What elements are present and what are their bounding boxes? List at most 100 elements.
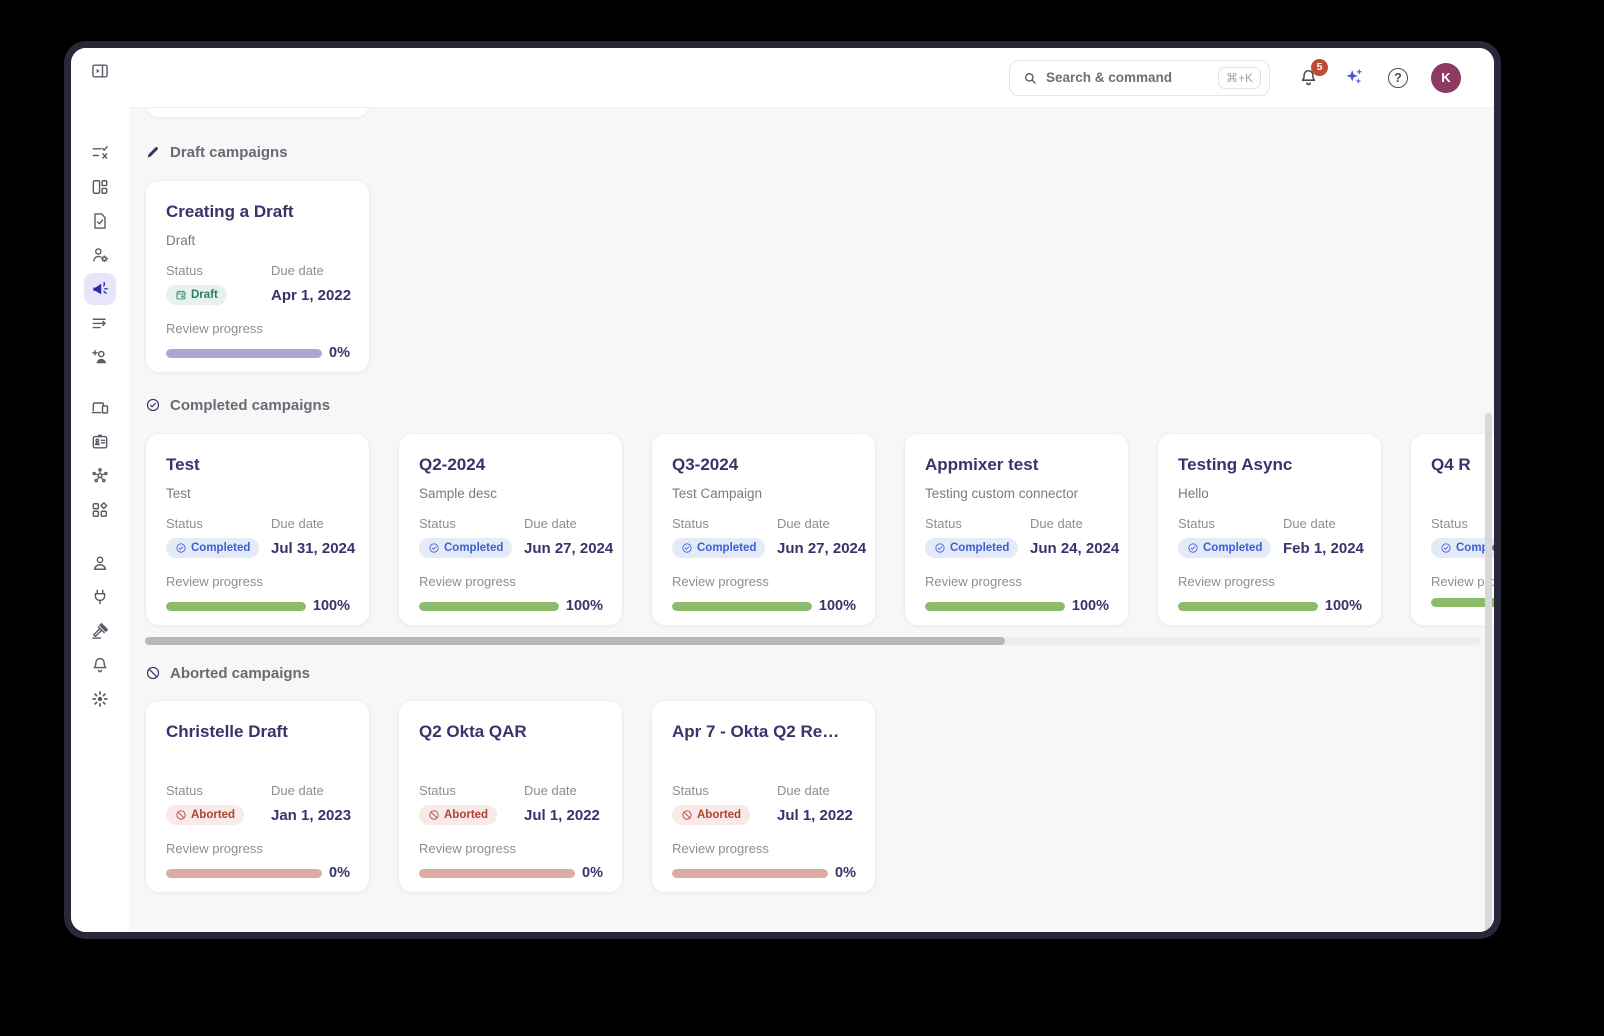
check-circle-icon	[1440, 542, 1452, 554]
check-circle-icon	[934, 542, 946, 554]
status-badge-text: Draft	[191, 289, 218, 301]
gear-icon[interactable]	[84, 683, 116, 715]
status-label: Status	[925, 516, 1030, 531]
bell-icon[interactable]	[84, 649, 116, 681]
progress-bar	[672, 869, 828, 878]
status-badge-text: Completed	[950, 542, 1009, 554]
section-heading-draft: Draft campaigns	[145, 143, 1494, 161]
due-date-value: Feb 1, 2024	[1283, 540, 1364, 557]
user-avatar[interactable]: K	[1431, 63, 1461, 93]
notifications-bell-icon[interactable]: 5	[1296, 66, 1320, 90]
review-progress-label: Review progress	[672, 574, 856, 589]
progress-percent: 0%	[329, 865, 350, 881]
search-icon	[1022, 70, 1038, 86]
card-row-draft: Creating a Draft Draft Status Draft Due …	[129, 180, 1494, 373]
app-window: ⌘+K 5 ? K Dr	[64, 41, 1501, 939]
layout-columns-icon[interactable]	[84, 171, 116, 203]
campaign-meta: Status Completed Due date Jun 24, 2024	[925, 516, 1109, 559]
check-circle-icon	[175, 542, 187, 554]
campaign-meta: Status Completed Due date Feb 1, 2024	[1178, 516, 1362, 559]
campaign-card[interactable]: Q3-2024 Test Campaign Status Completed D…	[651, 433, 876, 626]
ai-sparkles-icon[interactable]	[1341, 66, 1365, 90]
document-check-icon[interactable]	[84, 205, 116, 237]
devices-icon[interactable]	[84, 392, 116, 424]
campaign-meta: Status Completed Due date Jun 27, 2024	[672, 516, 856, 559]
campaign-card[interactable]: Apr 7 - Okta Q2 Re… Status Aborted Due d…	[651, 700, 876, 893]
campaign-title: Creating a Draft	[166, 202, 350, 222]
campaign-description: Test Campaign	[672, 486, 856, 503]
status-label: Status	[672, 783, 777, 798]
search-box[interactable]: ⌘+K	[1009, 60, 1270, 96]
plug-icon[interactable]	[84, 581, 116, 613]
flow-arrows-icon[interactable]	[84, 307, 116, 339]
due-date-label: Due date	[271, 516, 355, 531]
review-progress-label: Review progress	[166, 841, 350, 856]
check-circle-icon	[145, 397, 161, 413]
hub-icon[interactable]	[84, 460, 116, 492]
megaphone-icon[interactable]	[84, 273, 116, 305]
calendar-icon	[175, 289, 187, 301]
campaign-card[interactable]: Q4 R Status Completed Review progress	[1410, 433, 1494, 626]
status-badge-text: Aborted	[697, 809, 741, 821]
campaign-meta: Status Completed Due date Jun 27, 2024	[419, 516, 603, 559]
section-title: Draft campaigns	[170, 144, 288, 161]
campaign-description: Sample desc	[419, 486, 603, 503]
progress-percent: 100%	[819, 598, 856, 614]
campaign-description: Testing custom connector	[925, 486, 1109, 503]
due-date-label: Due date	[524, 783, 600, 798]
right-column: ⌘+K 5 ? K Dr	[129, 48, 1494, 932]
progress-bar	[1178, 602, 1318, 611]
id-badge-icon[interactable]	[84, 426, 116, 458]
review-progress-label: Review progress	[1178, 574, 1362, 589]
status-badge-text: Aborted	[191, 809, 235, 821]
gavel-icon[interactable]	[84, 615, 116, 647]
user-plus-icon[interactable]	[84, 341, 116, 373]
progress-bar	[419, 602, 559, 611]
progress-bar-fill	[166, 602, 306, 611]
progress-percent: 100%	[313, 598, 350, 614]
horizontal-scrollbar[interactable]	[145, 637, 1480, 645]
campaign-meta: Status Completed Due date Jul 31, 2024	[166, 516, 350, 559]
user-gear-icon[interactable]	[84, 239, 116, 271]
progress-bar-fill	[672, 602, 812, 611]
campaign-card[interactable]: Q2-2024 Sample desc Status Completed Due…	[398, 433, 623, 626]
status-badge: Draft	[166, 285, 227, 305]
user-icon[interactable]	[84, 547, 116, 579]
widgets-icon[interactable]	[84, 494, 116, 526]
progress-percent: 0%	[329, 345, 350, 361]
section-title: Aborted campaigns	[170, 665, 310, 682]
campaign-card[interactable]: Creating a Draft Draft Status Draft Due …	[145, 180, 370, 373]
status-label: Status	[1178, 516, 1283, 531]
status-badge: Aborted	[166, 805, 244, 825]
slash-circle-icon	[145, 665, 161, 681]
campaign-card[interactable]: Q2 Okta QAR Status Aborted Due date Jul …	[398, 700, 623, 893]
review-progress-label: Review progress	[925, 574, 1109, 589]
campaign-description	[166, 753, 350, 770]
campaign-card[interactable]: Appmixer test Testing custom connector S…	[904, 433, 1129, 626]
due-date-label: Due date	[271, 263, 351, 278]
question-mark-icon: ?	[1388, 68, 1408, 88]
status-badge-text: Completed	[1203, 542, 1262, 554]
panel-toggle-icon[interactable]	[90, 61, 110, 81]
horizontal-scrollbar-thumb[interactable]	[145, 637, 1005, 645]
help-icon[interactable]: ?	[1386, 66, 1410, 90]
progress-percent: 0%	[582, 865, 603, 881]
due-date-label: Due date	[777, 783, 853, 798]
scrolled-card-partial[interactable]	[145, 108, 370, 118]
progress-percent: 100%	[1072, 598, 1109, 614]
campaign-meta: Status Draft Due date Apr 1, 2022	[166, 263, 350, 306]
vertical-scrollbar-thumb[interactable]	[1485, 413, 1492, 932]
checklist-icon[interactable]	[84, 137, 116, 169]
status-label: Status	[419, 516, 524, 531]
sidebar-group-admin	[84, 547, 116, 715]
campaign-card[interactable]: Christelle Draft Status Aborted Due date…	[145, 700, 370, 893]
campaign-card[interactable]: Test Test Status Completed Due date Jul …	[145, 433, 370, 626]
search-input[interactable]	[1046, 70, 1210, 85]
sidebar-group-main	[84, 137, 116, 373]
status-label: Status	[166, 263, 271, 278]
due-date-value: Jun 24, 2024	[1030, 540, 1119, 557]
section-heading-completed: Completed campaigns	[145, 396, 1494, 414]
desktop-background: ⌘+K 5 ? K Dr	[0, 0, 1604, 1036]
check-circle-icon	[428, 542, 440, 554]
campaign-card[interactable]: Testing Async Hello Status Completed Due…	[1157, 433, 1382, 626]
